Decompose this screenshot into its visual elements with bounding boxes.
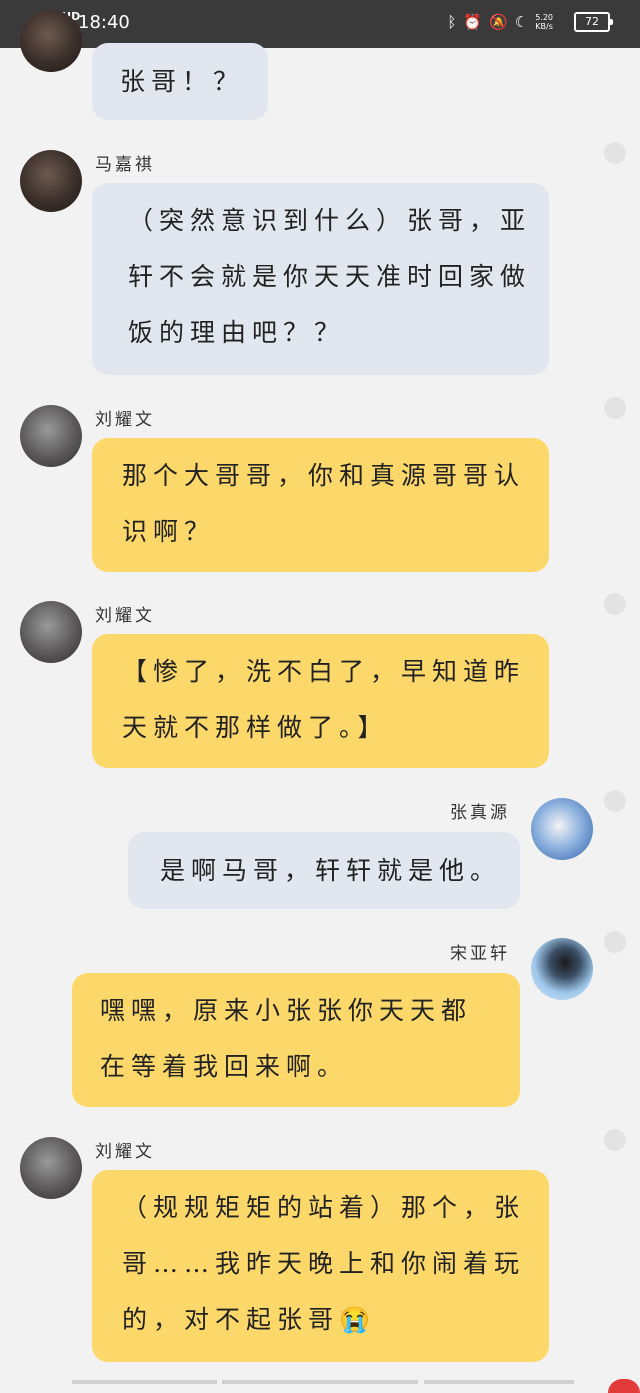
- divider: [222, 1380, 418, 1384]
- alarm-icon: ⏰: [463, 13, 483, 31]
- divider: [72, 1380, 217, 1384]
- status-dot: [604, 790, 626, 812]
- moon-icon: ☾: [514, 13, 529, 31]
- sender-name: 刘耀文: [95, 606, 155, 626]
- sender-name: 马嘉祺: [95, 155, 155, 175]
- sender-name: 刘耀文: [95, 1142, 155, 1162]
- message-bubble[interactable]: 张哥！？: [92, 43, 268, 120]
- avatar[interactable]: [20, 601, 82, 663]
- status-dot: [604, 1129, 626, 1151]
- status-dot: [604, 142, 626, 164]
- divider: [424, 1380, 574, 1384]
- status-dot: [604, 593, 626, 615]
- avatar[interactable]: [20, 1137, 82, 1199]
- sender-name: 刘耀文: [95, 410, 155, 430]
- avatar[interactable]: [20, 405, 82, 467]
- status-bar: 4G+HD 18:40 ᛒ ⏰ 🔕 ☾ 5.20 KB/s 72: [0, 0, 640, 48]
- network-speed: 5.20 KB/s: [535, 13, 553, 31]
- sender-name: 张真源: [450, 803, 510, 823]
- avatar[interactable]: [531, 798, 593, 860]
- avatar[interactable]: [531, 938, 593, 1000]
- message-bubble[interactable]: （规规矩矩的站着）那个，张 哥……我昨天晚上和你闹着玩 的，对不起张哥😭: [92, 1170, 549, 1362]
- avatar[interactable]: [20, 10, 82, 72]
- message-bubble[interactable]: 那个大哥哥，你和真源哥哥认 识啊？: [92, 438, 549, 572]
- status-dot: [604, 397, 626, 419]
- sender-name: 宋亚轩: [450, 944, 510, 964]
- avatar[interactable]: [20, 150, 82, 212]
- battery-icon: 72: [574, 12, 613, 32]
- bluetooth-icon: ᛒ: [447, 13, 457, 31]
- floating-button[interactable]: [608, 1379, 640, 1393]
- message-bubble[interactable]: 是啊马哥，轩轩就是他。: [128, 832, 520, 909]
- message-bubble[interactable]: 嘿嘿，原来小张张你天天都 在等着我回来啊。: [72, 973, 520, 1107]
- clock: 18:40: [78, 12, 130, 33]
- message-bubble[interactable]: 【惨了，洗不白了，早知道昨 天就不那样做了。】: [92, 634, 549, 768]
- status-dot: [604, 931, 626, 953]
- mute-icon: 🔕: [489, 13, 508, 31]
- message-bubble[interactable]: （突然意识到什么）张哥，亚 轩不会就是你天天准时回家做 饭的理由吧？？: [92, 183, 549, 375]
